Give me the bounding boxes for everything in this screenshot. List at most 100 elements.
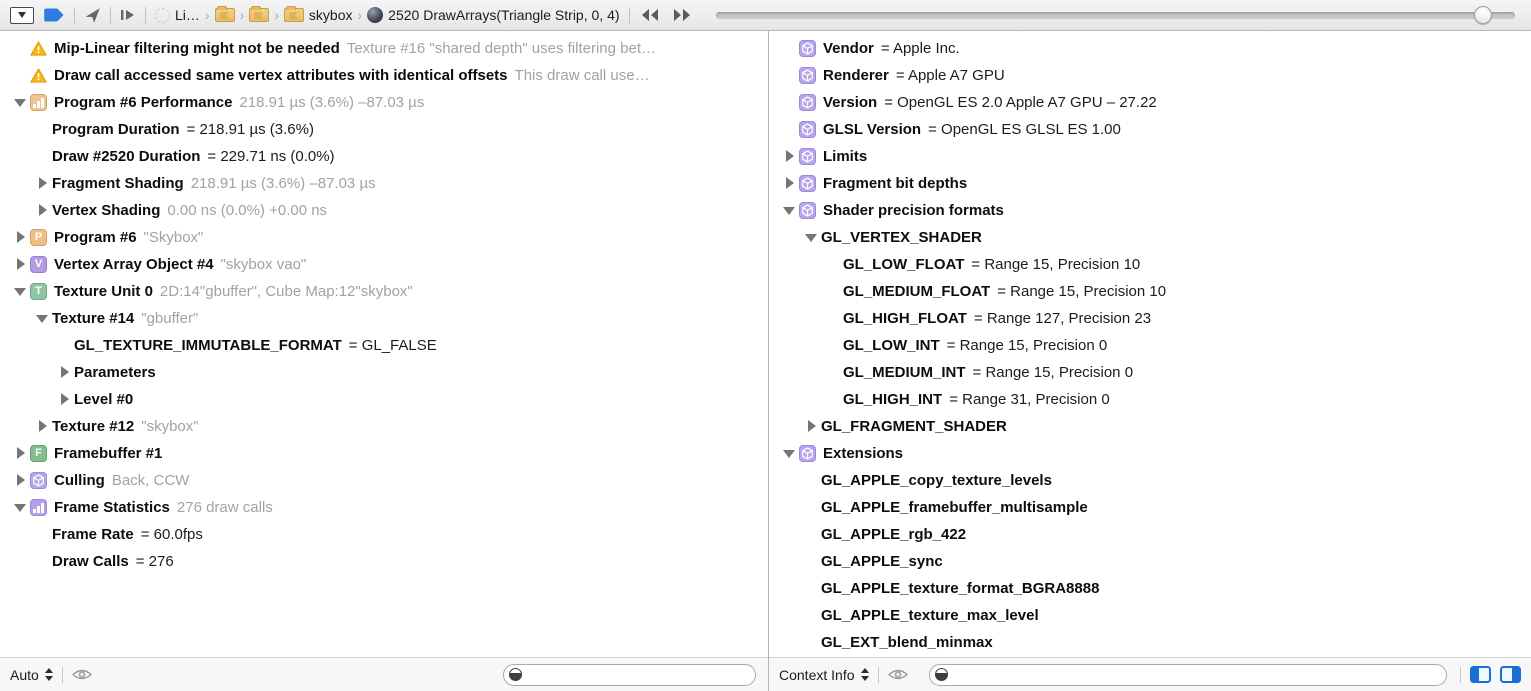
right-filter-field[interactable] <box>929 664 1447 686</box>
eye-icon[interactable] <box>888 668 908 681</box>
tree-row[interactable]: VVertex Array Object #4"skybox vao" <box>0 251 768 278</box>
tree-row[interactable]: Shader precision formats <box>769 197 1531 224</box>
disclosure-triangle[interactable] <box>12 278 30 305</box>
tree-row[interactable]: GL_EXT_blend_minmax <box>769 629 1531 656</box>
tree-row[interactable]: Draw Calls= 276 <box>0 548 768 575</box>
forward-button[interactable] <box>671 8 693 22</box>
show-right-pane-button[interactable] <box>1500 666 1521 683</box>
tree-row[interactable]: Level #0 <box>0 386 768 413</box>
tree-row[interactable]: Limits <box>769 143 1531 170</box>
tree-row[interactable]: Version= OpenGL ES 2.0 Apple A7 GPU – 27… <box>769 89 1531 116</box>
toolbar-separator <box>110 7 111 24</box>
tree-row[interactable]: GL_APPLE_texture_max_level <box>769 602 1531 629</box>
right-filter-input[interactable] <box>954 667 1438 682</box>
disclosure-spacer <box>825 305 843 332</box>
back-button[interactable] <box>639 8 661 22</box>
row-value: = GL_FALSE <box>349 337 437 354</box>
row-detail: Texture #16 "shared depth" uses filterin… <box>347 40 656 57</box>
disclosure-triangle[interactable] <box>12 440 30 467</box>
tree-row[interactable]: Parameters <box>0 359 768 386</box>
disclosure-triangle[interactable] <box>12 494 30 521</box>
disclosure-triangle[interactable] <box>12 89 30 116</box>
slider-knob[interactable] <box>1474 6 1492 24</box>
tree-row[interactable]: Program #6 Performance218.91 µs (3.6%) –… <box>0 89 768 116</box>
tree-row[interactable]: GL_TEXTURE_IMMUTABLE_FORMAT= GL_FALSE <box>0 332 768 359</box>
popup-stepper-icon <box>45 668 53 681</box>
disclosure-triangle[interactable] <box>803 224 821 251</box>
row-label: GLSL Version <box>823 121 921 138</box>
disclosure-triangle[interactable] <box>12 467 30 494</box>
disclosure-triangle[interactable] <box>34 197 52 224</box>
toolbar-separator <box>145 7 146 24</box>
frame-scrubber-slider[interactable] <box>716 6 1515 24</box>
tree-row[interactable]: GL_VERTEX_SHADER <box>769 224 1531 251</box>
vertex-array-icon: V <box>30 256 47 273</box>
tree-row[interactable]: GL_FRAGMENT_SHADER <box>769 413 1531 440</box>
disclosure-triangle[interactable] <box>34 413 52 440</box>
eye-icon[interactable] <box>72 668 92 681</box>
show-left-pane-button[interactable] <box>1470 666 1491 683</box>
row-label: Renderer <box>823 67 889 84</box>
breadcrumb-item[interactable] <box>215 8 235 22</box>
tree-row[interactable]: Vertex Shading0.00 ns (0.0%) +0.00 ns <box>0 197 768 224</box>
row-label: GL_APPLE_sync <box>821 553 943 570</box>
left-filter-input[interactable] <box>528 667 747 682</box>
navigate-arrow-icon[interactable] <box>84 7 101 24</box>
tree-row[interactable]: Draw call accessed same vertex attribute… <box>0 62 768 89</box>
tree-row[interactable]: FFramebuffer #1 <box>0 440 768 467</box>
tree-row[interactable]: GLSL Version= OpenGL ES GLSL ES 1.00 <box>769 116 1531 143</box>
display-mode-dropdown-icon[interactable] <box>10 7 34 24</box>
disclosure-triangle[interactable] <box>781 440 799 467</box>
view-mode-popup[interactable]: Auto <box>10 667 53 683</box>
tree-row[interactable]: GL_LOW_FLOAT= Range 15, Precision 10 <box>769 251 1531 278</box>
disclosure-triangle[interactable] <box>781 197 799 224</box>
tree-row[interactable]: TTexture Unit 02D:14"gbuffer", Cube Map:… <box>0 278 768 305</box>
tree-row[interactable]: Extensions <box>769 440 1531 467</box>
breadcrumb-item[interactable]: 2520 DrawArrays(Triangle Strip, 0, 4) <box>367 7 619 23</box>
filter-icon <box>509 668 522 681</box>
tree-row[interactable]: GL_APPLE_texture_format_BGRA8888 <box>769 575 1531 602</box>
step-forward-icon[interactable] <box>120 8 136 22</box>
row-label: Frame Rate <box>52 526 134 543</box>
tree-row[interactable]: Fragment bit depths <box>769 170 1531 197</box>
breadcrumb-item[interactable]: skybox <box>284 7 353 23</box>
disclosure-triangle[interactable] <box>12 251 30 278</box>
tree-row[interactable]: Renderer= Apple A7 GPU <box>769 62 1531 89</box>
tree-row[interactable]: GL_APPLE_rgb_422 <box>769 521 1531 548</box>
tree-row[interactable]: Vendor= Apple Inc. <box>769 35 1531 62</box>
left-filter-field[interactable] <box>503 664 756 686</box>
disclosure-triangle[interactable] <box>803 413 821 440</box>
disclosure-triangle[interactable] <box>781 170 799 197</box>
tree-row[interactable]: CullingBack, CCW <box>0 467 768 494</box>
breadcrumb-item[interactable] <box>249 8 269 22</box>
tree-row[interactable]: GL_HIGH_FLOAT= Range 127, Precision 23 <box>769 305 1531 332</box>
tree-row[interactable]: Texture #12"skybox" <box>0 413 768 440</box>
disclosure-triangle[interactable] <box>781 143 799 170</box>
tree-row[interactable]: Fragment Shading218.91 µs (3.6%) –87.03 … <box>0 170 768 197</box>
tree-row[interactable]: Mip-Linear filtering might not be needed… <box>0 35 768 62</box>
slider-track[interactable] <box>716 12 1515 19</box>
disclosure-spacer <box>803 467 821 494</box>
breadcrumb-item[interactable]: Li… <box>155 7 200 23</box>
context-info-popup[interactable]: Context Info <box>779 667 869 683</box>
tree-row[interactable]: GL_APPLE_copy_texture_levels <box>769 467 1531 494</box>
tree-row[interactable]: Frame Rate= 60.0fps <box>0 521 768 548</box>
tree-row[interactable]: GL_MEDIUM_FLOAT= Range 15, Precision 10 <box>769 278 1531 305</box>
tree-row[interactable]: GL_MEDIUM_INT= Range 15, Precision 0 <box>769 359 1531 386</box>
flag-icon[interactable] <box>43 7 65 23</box>
tree-row[interactable]: GL_LOW_INT= Range 15, Precision 0 <box>769 332 1531 359</box>
tree-row[interactable]: PProgram #6"Skybox" <box>0 224 768 251</box>
disclosure-triangle[interactable] <box>12 224 30 251</box>
disclosure-triangle[interactable] <box>34 305 52 332</box>
tree-row[interactable]: GL_HIGH_INT= Range 31, Precision 0 <box>769 386 1531 413</box>
tree-row[interactable]: GL_APPLE_framebuffer_multisample <box>769 494 1531 521</box>
row-label: Version <box>823 94 877 111</box>
tree-row[interactable]: Texture #14"gbuffer" <box>0 305 768 332</box>
disclosure-triangle[interactable] <box>56 359 74 386</box>
tree-row[interactable]: GL_APPLE_sync <box>769 548 1531 575</box>
tree-row[interactable]: Program Duration= 218.91 µs (3.6%) <box>0 116 768 143</box>
tree-row[interactable]: Frame Statistics276 draw calls <box>0 494 768 521</box>
disclosure-triangle[interactable] <box>34 170 52 197</box>
disclosure-triangle[interactable] <box>56 386 74 413</box>
tree-row[interactable]: Draw #2520 Duration= 229.71 ns (0.0%) <box>0 143 768 170</box>
